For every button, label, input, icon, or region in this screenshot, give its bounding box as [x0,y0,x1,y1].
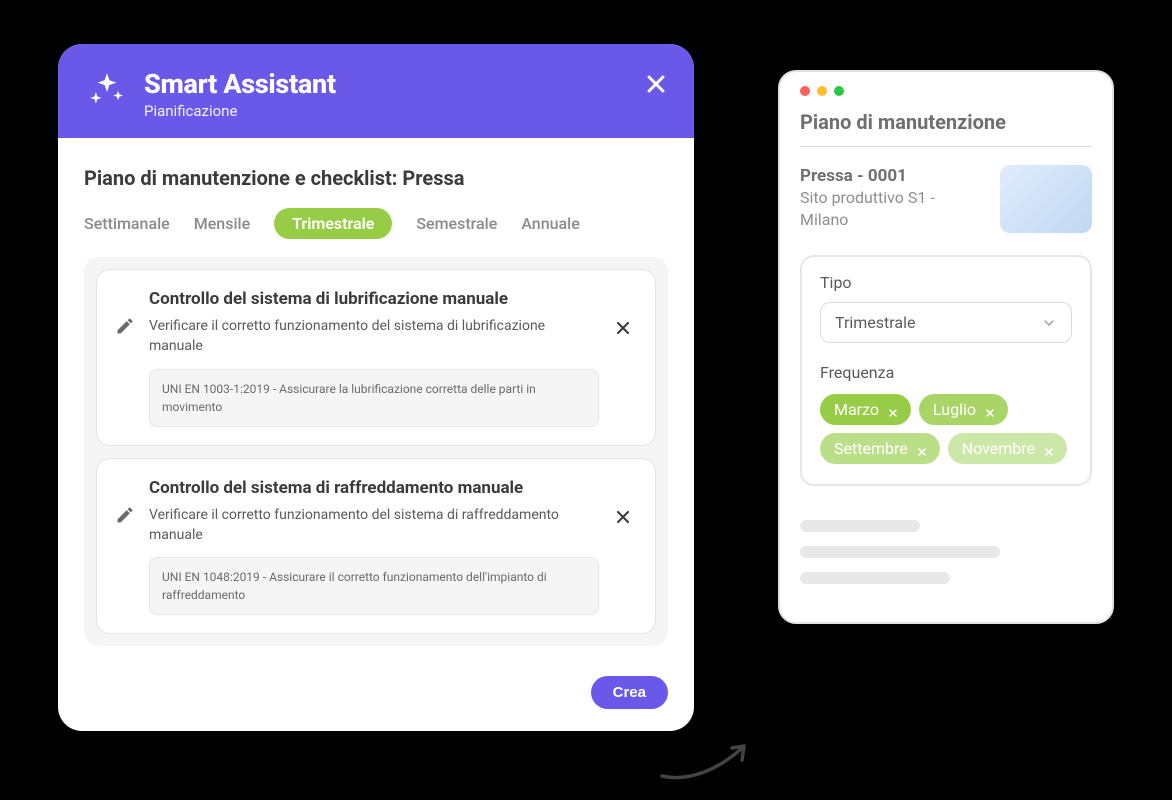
chip-remove-icon[interactable] [887,404,899,416]
frequency-label: Frequenza [820,363,1072,382]
sparkle-icon [88,70,126,108]
chip-label: Marzo [834,400,879,419]
frequency-chip[interactable]: Marzo [820,394,911,425]
chevron-down-icon [1041,315,1057,331]
item-description: Verificare il corretto funzionamento del… [149,316,599,357]
window-minimize-icon[interactable] [817,86,827,96]
item-norm: UNI EN 1048:2019 - Assicurare il corrett… [149,557,599,615]
window-maximize-icon[interactable] [834,86,844,96]
asset-info: Pressa - 0001 Sito produttivo S1 - Milan… [800,165,984,233]
asset-header: Pressa - 0001 Sito produttivo S1 - Milan… [800,165,1092,233]
chip-remove-icon[interactable] [916,443,928,455]
type-select[interactable]: Trimestrale [820,302,1072,343]
skeleton-line [800,520,920,532]
tab-settimanale[interactable]: Settimanale [84,208,170,239]
body-title: Piano di manutenzione e checklist: Press… [84,166,668,190]
frequency-chip[interactable]: Novembre [948,433,1067,464]
frequency-chip[interactable]: Settembre [820,433,940,464]
close-icon[interactable] [642,70,670,98]
side-title: Piano di manutenzione [800,110,1092,147]
create-button[interactable]: Crea [591,676,668,709]
checklist-items: Controllo del sistema di lubrificazione … [84,257,668,646]
edit-icon[interactable] [115,316,135,336]
item-title: Controllo del sistema di raffreddamento … [149,477,599,499]
modal-title: Smart Assistant [144,68,336,100]
frequency-tabs: Settimanale Mensile Trimestrale Semestrale A… [84,208,668,239]
chip-label: Novembre [962,439,1035,458]
asset-thumbnail [1000,165,1092,233]
edit-icon[interactable] [115,505,135,525]
frequency-chips: Marzo Luglio Settembre Novembre [820,394,1072,464]
maintenance-plan-window: Piano di manutenzione Pressa - 0001 Sito… [778,70,1114,624]
remove-item-icon[interactable] [613,318,633,338]
asset-location: Sito produttivo S1 - Milano [800,187,984,232]
remove-item-icon[interactable] [613,507,633,527]
window-controls [800,86,1092,96]
skeleton-line [800,546,1000,558]
item-title: Controllo del sistema di lubrificazione … [149,288,599,310]
frequency-chip[interactable]: Luglio [919,394,1008,425]
modal-body: Piano di manutenzione e checklist: Press… [58,138,694,664]
tab-annuale[interactable]: Annuale [521,208,579,239]
item-norm: UNI EN 1003-1:2019 - Assicurare la lubri… [149,369,599,427]
chip-remove-icon[interactable] [984,404,996,416]
tab-trimestrale[interactable]: Trimestrale [274,208,392,239]
modal-title-block: Smart Assistant Pianificazione [144,68,336,120]
chip-label: Luglio [933,400,976,419]
chip-label: Settembre [834,439,908,458]
skeleton-line [800,572,950,584]
checklist-item: Controllo del sistema di raffreddamento … [96,458,656,635]
tab-semestrale[interactable]: Semestrale [416,208,497,239]
modal-footer: Crea [58,664,694,731]
asset-name: Pressa - 0001 [800,165,984,187]
type-value: Trimestrale [835,313,915,332]
tab-mensile[interactable]: Mensile [194,208,250,239]
checklist-item: Controllo del sistema di lubrificazione … [96,269,656,446]
item-content: Controllo del sistema di raffreddamento … [149,477,599,616]
config-card: Tipo Trimestrale Frequenza Marzo Luglio Se… [800,255,1092,486]
type-label: Tipo [820,273,1072,292]
chip-remove-icon[interactable] [1043,443,1055,455]
window-close-icon[interactable] [800,86,810,96]
item-content: Controllo del sistema di lubrificazione … [149,288,599,427]
arrow-swoosh-icon [658,740,752,782]
modal-header: Smart Assistant Pianificazione [58,44,694,138]
item-description: Verificare il corretto funzionamento del… [149,505,599,546]
modal-subtitle: Pianificazione [144,102,336,120]
smart-assistant-modal: Smart Assistant Pianificazione Piano di … [58,44,694,731]
